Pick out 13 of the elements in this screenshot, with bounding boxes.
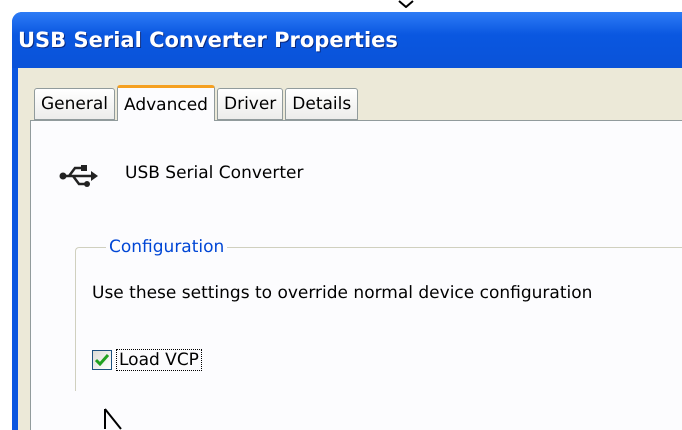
window-title: USB Serial Converter Properties	[18, 28, 398, 52]
checkbox[interactable]	[92, 350, 112, 370]
tab[interactable]: General	[34, 88, 115, 120]
tab[interactable]: Advanced	[117, 85, 215, 121]
tab[interactable]: Driver	[216, 88, 284, 120]
group-title: Configuration	[108, 237, 226, 257]
mouse-pointer-icon	[104, 408, 124, 430]
resize-cursor-icon	[398, 0, 414, 8]
usb-icon	[59, 163, 99, 189]
tab[interactable]: Details	[285, 88, 358, 120]
checkbox-label: Load VCP	[116, 349, 202, 371]
device-name: USB Serial Converter	[125, 163, 304, 183]
group-description: Use these settings to override normal device configuration	[92, 283, 594, 303]
